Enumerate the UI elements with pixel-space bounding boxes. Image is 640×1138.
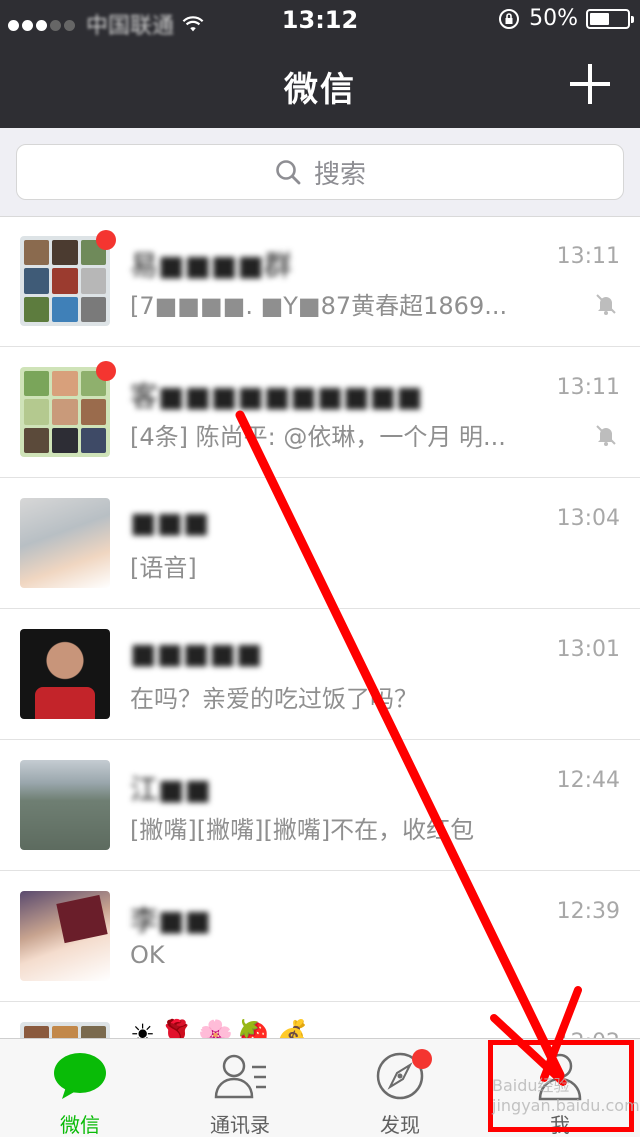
chat-time: 12:39 xyxy=(556,899,620,924)
chat-list: 易■■■■群 13:11 [7■■■■. ■Y■87黄春超1869... 客■■… xyxy=(0,216,640,1062)
status-bar: 中国联通 13:12 50% xyxy=(0,0,640,40)
contact-avatar xyxy=(20,629,110,719)
chat-name: 客■■■■■■■■■■ xyxy=(130,380,423,413)
chat-name: ■■■ xyxy=(130,506,210,539)
chat-time: 13:11 xyxy=(556,244,620,269)
chat-row[interactable]: 易■■■■群 13:11 [7■■■■. ■Y■87黄春超1869... xyxy=(0,216,640,347)
battery-percent: 50% xyxy=(529,6,578,31)
battery-icon xyxy=(586,8,634,29)
chat-name: 易■■■■群 xyxy=(130,249,292,282)
chat-row[interactable]: 江■■ 12:44 [撇嘴][撇嘴][撇嘴]不在，收红包 xyxy=(0,740,640,871)
chat-row[interactable]: 客■■■■■■■■■■ 13:11 [4条] 陈尚平: @依琳，一个月 明... xyxy=(0,347,640,478)
chat-row[interactable]: ■■■ 13:04 [语音] xyxy=(0,478,640,609)
tab-label: 发现 xyxy=(380,1113,420,1137)
page-title: 微信 xyxy=(284,70,356,110)
nav-header: 中国联通 13:12 50% 微信 xyxy=(0,0,640,128)
chat-time: 13:01 xyxy=(556,637,620,662)
tab-label: 微信 xyxy=(60,1113,100,1137)
search-icon xyxy=(276,160,301,185)
chat-time: 13:04 xyxy=(556,506,620,531)
chat-preview: [撇嘴][撇嘴][撇嘴]不在，收红包 xyxy=(130,816,475,844)
chat-row[interactable]: ■■■■■ 13:01 在吗？亲爱的吃过饭了吗？ xyxy=(0,609,640,740)
unread-dot xyxy=(96,230,116,250)
group-avatar xyxy=(20,367,110,457)
search-input[interactable]: 搜索 xyxy=(16,144,624,200)
chat-preview: [语音] xyxy=(130,554,197,582)
contact-avatar xyxy=(20,760,110,850)
contact-avatar xyxy=(20,498,110,588)
discover-badge xyxy=(412,1049,432,1069)
add-plus-button[interactable] xyxy=(570,64,610,104)
chat-name: 李■■ xyxy=(130,904,211,937)
chat-preview: OK xyxy=(130,941,165,969)
chat-preview: [7■■■■. ■Y■87黄春超1869... xyxy=(130,292,508,320)
chat-preview: [4条] 陈尚平: @依琳，一个月 明... xyxy=(130,423,506,451)
tab-contacts[interactable]: 通讯录 xyxy=(160,1039,320,1137)
contacts-icon xyxy=(214,1054,266,1099)
chat-name: ■■■■■ xyxy=(130,637,263,670)
tab-discover[interactable]: 发现 xyxy=(320,1039,480,1137)
group-avatar xyxy=(20,236,110,326)
search-placeholder: 搜索 xyxy=(313,159,366,190)
contact-avatar xyxy=(20,891,110,981)
chat-time: 12:44 xyxy=(556,768,620,793)
chat-row[interactable]: 李■■ 12:39 OK xyxy=(0,871,640,1002)
chat-time: 13:11 xyxy=(556,375,620,400)
tab-label: 通讯录 xyxy=(210,1113,270,1137)
chat-preview: 在吗？亲爱的吃过饭了吗？ xyxy=(130,685,418,713)
rotation-lock-icon xyxy=(499,8,520,29)
unread-dot xyxy=(96,361,116,381)
status-right: 50% xyxy=(497,6,634,31)
mute-bell-icon xyxy=(596,425,616,446)
watermark-text: Baidu经验 jingyan.baidu.com xyxy=(492,1076,640,1115)
chat-bubble-icon xyxy=(54,1053,106,1099)
tab-chats[interactable]: 微信 xyxy=(0,1039,160,1137)
search-bar-container: 搜索 xyxy=(0,128,640,217)
chat-name: 江■■ xyxy=(130,773,211,806)
mute-bell-icon xyxy=(596,294,616,315)
